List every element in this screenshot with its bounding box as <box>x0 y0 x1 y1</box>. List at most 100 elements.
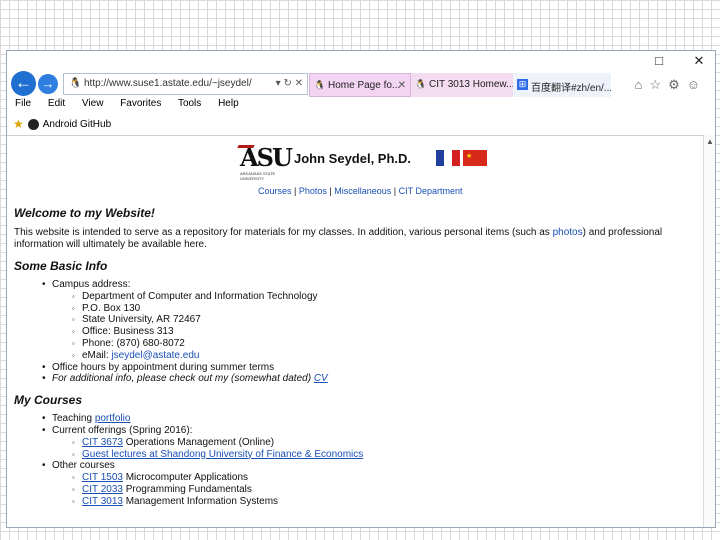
back-button[interactable]: ← <box>11 71 36 96</box>
tab-close-button[interactable]: ✕ <box>398 80 406 91</box>
course-name: Microcomputer Applications <box>122 472 249 484</box>
forward-arrow-icon: → <box>41 76 55 91</box>
vertical-scrollbar[interactable]: ▲ <box>703 135 715 527</box>
course-link[interactable]: CIT 1503 <box>82 472 123 483</box>
scroll-up-icon[interactable]: ▲ <box>706 137 714 146</box>
tab-home-page[interactable]: 🐧 Home Page fo... ✕ <box>309 73 411 97</box>
menu-bar: File Edit View Favorites Tools Help <box>7 97 715 114</box>
address-bar[interactable]: 🐧 http://www.suse1.astate.edu/~jseydel/ … <box>63 73 308 95</box>
other-courses-list: CIT 1503 Microcomputer Applications CIT … <box>72 472 715 508</box>
title-bar: □ ✕ <box>7 51 715 69</box>
email-link[interactable]: jseydel@astate.edu <box>111 350 199 361</box>
forward-button[interactable]: → <box>38 74 58 94</box>
list-item: CIT 3013 Management Information Systems <box>72 495 715 508</box>
address-url: http://www.suse1.astate.edu/~jseydel/ <box>84 78 252 89</box>
tab-favicon: 🐧 <box>415 79 427 89</box>
other-courses-label: Other courses <box>52 460 115 472</box>
top-links-row: Courses | Photos | Miscellaneous | CIT D… <box>14 186 715 202</box>
course-link[interactable]: CIT 3673 <box>82 437 123 448</box>
gear-icon[interactable]: ⚙ <box>668 77 687 92</box>
welcome-heading: Welcome to my Website! <box>14 206 155 220</box>
menu-help[interactable]: Help <box>218 98 239 109</box>
list-item: CIT 3673 Operations Management (Online) <box>72 436 715 449</box>
current-offerings-label: Current offerings (Spring 2016): <box>52 424 193 436</box>
guest-lectures-link[interactable]: Guest lectures at Shandong University of… <box>82 449 363 460</box>
course-name: Management Information Systems <box>122 495 279 507</box>
tab-cit-3013[interactable]: 🐧 CIT 3013 Homew... <box>411 73 513 97</box>
courses-list: Teaching portfolio Current offerings (Sp… <box>42 413 715 508</box>
welcome-text-part: This website is intended to serve as a r… <box>14 227 553 238</box>
tab-label: Home Page fo... <box>328 80 401 91</box>
page-content: ASU ARKANSAS STATE UNIVERSITY John Seyde… <box>7 135 715 527</box>
navigation-bar: ← → 🐧 http://www.suse1.astate.edu/~jseyd… <box>7 69 715 97</box>
list-item: Phone: (870) 680-8072 <box>72 338 715 350</box>
link-miscellaneous[interactable]: Miscellaneous <box>334 186 391 196</box>
cv-link[interactable]: CV <box>314 373 328 384</box>
email-label: eMail: <box>82 349 112 361</box>
basic-info-heading: Some Basic Info <box>14 259 108 273</box>
github-icon <box>27 118 39 130</box>
list-item: eMail: jseydel@astate.edu <box>72 349 715 362</box>
site-favicon: 🐧 <box>69 78 82 89</box>
separator: | <box>291 186 299 196</box>
menu-favorites[interactable]: Favorites <box>120 98 161 109</box>
portfolio-link[interactable]: portfolio <box>95 413 131 424</box>
list-item: CIT 1503 Microcomputer Applications <box>72 472 715 484</box>
separator: | <box>391 186 399 196</box>
browser-window: □ ✕ ← → 🐧 http://www.suse1.astate.edu/~j… <box>6 50 716 528</box>
page-title: John Seydel, Ph.D. <box>294 151 412 166</box>
basic-info-list: Campus address: Department of Computer a… <box>42 279 715 385</box>
menu-view[interactable]: View <box>82 98 104 109</box>
logo-subtext: ARKANSAS STATE UNIVERSITY <box>240 171 276 181</box>
list-item: Teaching portfolio <box>42 413 715 425</box>
toolbar-icons: ⌂☆⚙☺ <box>635 77 707 93</box>
current-courses-list: CIT 3673 Operations Management (Online) … <box>72 436 715 461</box>
menu-tools[interactable]: Tools <box>178 98 201 109</box>
logo-text: ASU <box>240 143 293 172</box>
favorites-bar: ★ Android GitHub <box>7 114 715 132</box>
course-name: Programming Fundamentals <box>122 483 252 495</box>
address-tools-icon[interactable]: ▾ ↻ ✕ <box>276 78 303 89</box>
teaching-label: Teaching <box>52 413 95 425</box>
course-link[interactable]: CIT 2033 <box>82 484 123 495</box>
minimize-button[interactable]: □ <box>649 53 669 68</box>
close-button[interactable]: ✕ <box>689 53 709 69</box>
list-item: Guest lectures at Shandong University of… <box>72 449 715 461</box>
menu-file[interactable]: File <box>15 98 31 109</box>
tab-favicon: 🐧 <box>314 80 326 90</box>
list-item: State University, AR 72467 <box>72 314 715 326</box>
list-item: For additional info, please check out my… <box>42 373 715 385</box>
additional-text: For additional info, please check out my… <box>52 373 314 385</box>
tab-label: CIT 3013 Homew... <box>429 79 513 90</box>
list-item: Office: Business 313 <box>72 326 715 338</box>
list-item: CIT 2033 Programming Fundamentals <box>72 483 715 496</box>
star-icon: ★ <box>466 153 473 160</box>
courses-heading: My Courses <box>14 393 83 408</box>
link-cit-department[interactable]: CIT Department <box>399 186 463 196</box>
list-item: Campus address: Department of Computer a… <box>42 279 715 362</box>
chinese-flag-icon[interactable]: ★ <box>463 150 487 166</box>
home-icon[interactable]: ⌂ <box>635 77 650 92</box>
list-item: Office hours by appointment during summe… <box>42 362 715 374</box>
favorites-star-icon[interactable]: ☆ <box>649 77 668 92</box>
course-name: Operations Management (Online) <box>122 436 275 448</box>
smiley-icon[interactable]: ☺ <box>687 77 707 92</box>
back-arrow-icon: ← <box>15 73 32 92</box>
list-item: Other courses CIT 1503 Microcomputer App… <box>42 460 715 508</box>
course-link[interactable]: CIT 3013 <box>82 496 123 507</box>
top-links: Courses | Photos | Miscellaneous | CIT D… <box>258 186 462 196</box>
link-photos[interactable]: Photos <box>299 186 327 196</box>
page-header: ASU ARKANSAS STATE UNIVERSITY John Seyde… <box>14 136 715 188</box>
favorites-star-icon[interactable]: ★ <box>13 117 24 131</box>
campus-label: Campus address: <box>52 279 131 290</box>
french-flag-icon[interactable] <box>436 150 460 166</box>
welcome-text: This website is intended to serve as a r… <box>14 227 704 251</box>
tab-baidu-translate[interactable]: ⊞ 百度翻译#zh/en/... <box>513 73 611 97</box>
link-photos-inline[interactable]: photos <box>553 227 583 238</box>
menu-edit[interactable]: Edit <box>48 98 65 109</box>
list-item: Department of Computer and Information T… <box>72 291 715 303</box>
list-item: Current offerings (Spring 2016): CIT 367… <box>42 424 715 461</box>
favorite-android-github[interactable]: Android GitHub <box>43 119 111 130</box>
link-courses[interactable]: Courses <box>258 186 292 196</box>
tab-favicon: ⊞ <box>517 79 528 90</box>
